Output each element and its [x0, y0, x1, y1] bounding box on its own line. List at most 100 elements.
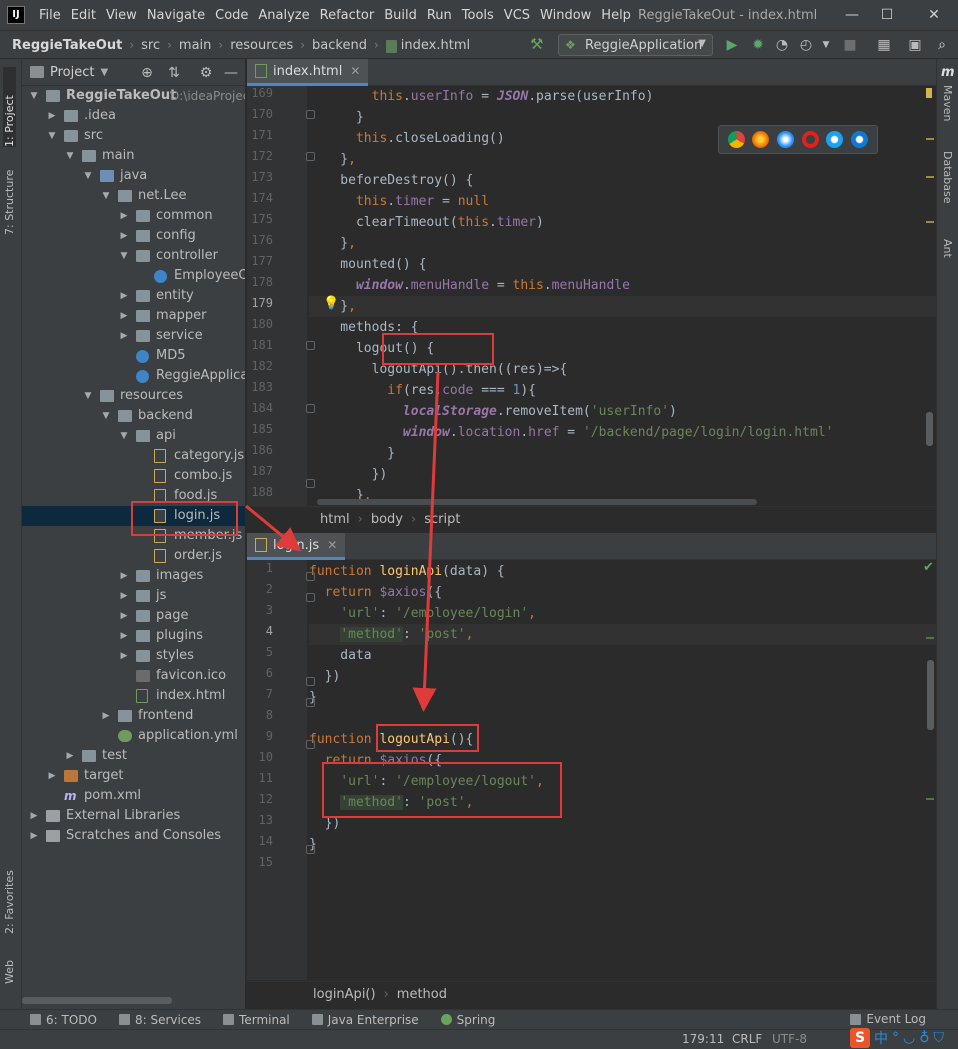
menu-item-file[interactable]: File: [34, 0, 66, 31]
search-icon[interactable]: ⌕: [932, 35, 952, 55]
caret-position[interactable]: 179:11: [682, 1032, 724, 1046]
java-enterprise-tool-button[interactable]: Java Enterprise: [311, 1013, 419, 1027]
fold-marker-icon[interactable]: [306, 341, 315, 350]
ime-tool-icon[interactable]: ⛉: [933, 1030, 944, 1046]
tree-item-combo-js[interactable]: combo.js: [22, 466, 245, 486]
tree-item-entity[interactable]: ▶ entity: [22, 286, 245, 306]
tree-item-backend[interactable]: ▼ backend: [22, 406, 245, 426]
tree-item-plugins[interactable]: ▶ plugins: [22, 626, 245, 646]
chevron-right-icon[interactable]: ▶: [118, 586, 130, 606]
chevron-down-icon[interactable]: ▼: [64, 146, 76, 166]
tree-item-resources[interactable]: ▼ resources: [22, 386, 245, 406]
tree-item-styles[interactable]: ▶ styles: [22, 646, 245, 666]
code-line[interactable]: return $axios({: [309, 750, 442, 771]
fold-marker-icon[interactable]: [306, 572, 315, 581]
menu-item-tools[interactable]: Tools: [457, 0, 499, 31]
fold-marker-icon[interactable]: [306, 677, 315, 686]
chevron-down-icon[interactable]: ▼: [118, 426, 130, 446]
code-line[interactable]: localStorage.removeItem('userInfo'): [309, 401, 677, 422]
editor-breadcrumb-item[interactable]: script: [424, 512, 460, 527]
code-line[interactable]: window.location.href = '/backend/page/lo…: [309, 422, 834, 443]
editor-breadcrumb-item[interactable]: loginApi(): [313, 987, 376, 1002]
gear-icon[interactable]: ⚙: [197, 64, 215, 82]
tree-item--idea[interactable]: ▶ .idea: [22, 106, 245, 126]
tree-item-external-libraries[interactable]: ▶ External Libraries: [22, 806, 245, 826]
fold-marker-icon[interactable]: [306, 845, 315, 854]
chevron-down-icon[interactable]: ▼: [82, 386, 94, 406]
tree-item-target[interactable]: ▶ target: [22, 766, 245, 786]
code-line[interactable]: this.closeLoading(): [309, 128, 505, 149]
code-line[interactable]: 'url': '/employee/login',: [309, 603, 536, 624]
run-icon[interactable]: ▶: [722, 35, 742, 55]
collapse-all-icon[interactable]: ⇅: [165, 64, 183, 82]
tree-item-mapper[interactable]: ▶ mapper: [22, 306, 245, 326]
menu-item-code[interactable]: Code: [210, 0, 253, 31]
tree-item-md5[interactable]: MD5: [22, 346, 245, 366]
tab-database-tool[interactable]: Database: [941, 151, 954, 204]
fold-marker-icon[interactable]: [306, 698, 315, 707]
profile-icon[interactable]: ◴: [796, 35, 816, 55]
code-line[interactable]: return $axios({: [309, 582, 442, 603]
tree-item-java[interactable]: ▼ java: [22, 166, 245, 186]
tree-item-reggietakeout[interactable]: ▼ ReggieTakeOutD:\ideaProjects: [22, 86, 245, 106]
chevron-down-icon[interactable]: ▼: [100, 67, 108, 78]
menu-item-navigate[interactable]: Navigate: [142, 0, 210, 31]
tree-item-category-js[interactable]: category.js: [22, 446, 245, 466]
editor-login-js[interactable]: 1 2 3 4 5 6 7 8 9 10 11 12 13 14 15 function loginApi(…: [247, 560, 936, 980]
tree-item-test[interactable]: ▶ test: [22, 746, 245, 766]
chevron-right-icon[interactable]: ▶: [46, 106, 58, 126]
tree-item-reggieapplication[interactable]: ReggieApplication: [22, 366, 245, 386]
tab-index-html[interactable]: index.html ✕: [247, 59, 369, 86]
terminal-icon[interactable]: ▣: [905, 35, 925, 55]
code-line[interactable]: logout() {: [309, 338, 434, 359]
code-line[interactable]: window.menuHandle = this.menuHandle: [309, 275, 630, 296]
tree-item-images[interactable]: ▶ images: [22, 566, 245, 586]
code-line[interactable]: this.userInfo = JSON.parse(userInfo): [309, 86, 654, 107]
tree-item-common[interactable]: ▶ common: [22, 206, 245, 226]
chevron-down-icon[interactable]: ▼: [82, 166, 94, 186]
code-line[interactable]: beforeDestroy() {: [309, 170, 473, 191]
code-line[interactable]: mounted() {: [309, 254, 426, 275]
editor-breadcrumb-item[interactable]: body: [371, 512, 403, 527]
chevron-right-icon[interactable]: ▶: [118, 326, 130, 346]
menu-item-window[interactable]: Window: [535, 0, 596, 31]
tree-item-login-js[interactable]: login.js: [22, 506, 245, 526]
breadcrumb-item[interactable]: main: [179, 38, 211, 53]
chevron-down-icon[interactable]: ▼: [816, 35, 836, 55]
fold-marker-icon[interactable]: [306, 593, 315, 602]
menu-item-help[interactable]: Help: [596, 0, 636, 31]
code-line[interactable]: },: [309, 149, 356, 170]
ie-browser-icon[interactable]: [826, 131, 844, 148]
safari-browser-icon[interactable]: [777, 131, 795, 148]
tab-project-tool[interactable]: 1: Project: [3, 67, 16, 147]
horizontal-scrollbar[interactable]: [22, 997, 172, 1004]
tree-item-pom-xml[interactable]: m pom.xml: [22, 786, 245, 806]
tree-item-src[interactable]: ▼ src: [22, 126, 245, 146]
file-encoding[interactable]: UTF-8: [772, 1032, 807, 1046]
code-line[interactable]: 'method': 'post',: [309, 624, 936, 645]
code-line[interactable]: this.timer = null: [309, 191, 489, 212]
fold-marker-icon[interactable]: [306, 404, 315, 413]
menu-item-vcs[interactable]: VCS: [499, 0, 535, 31]
vertical-scrollbar[interactable]: [926, 412, 933, 446]
fold-marker-icon[interactable]: [306, 110, 315, 119]
breadcrumb-item[interactable]: resources: [230, 38, 293, 53]
breadcrumb-item[interactable]: ReggieTakeOut: [12, 38, 122, 53]
code-line[interactable]: data: [309, 645, 371, 666]
tree-item-member-js[interactable]: member.js: [22, 526, 245, 546]
event-log-button[interactable]: Event Log: [850, 1012, 926, 1026]
close-tab-icon[interactable]: ✕: [327, 538, 337, 552]
chevron-right-icon[interactable]: ▶: [118, 606, 130, 626]
ime-tool-icon[interactable]: °: [892, 1030, 899, 1046]
chevron-right-icon[interactable]: ▶: [100, 706, 112, 726]
editor-breadcrumb-item[interactable]: method: [397, 987, 447, 1002]
code-line[interactable]: methods: {: [309, 317, 418, 338]
hide-panel-icon[interactable]: —: [222, 64, 240, 82]
breadcrumb-item[interactable]: index.html: [401, 38, 470, 53]
menu-item-build[interactable]: Build: [379, 0, 422, 31]
tree-item-order-js[interactable]: order.js: [22, 546, 245, 566]
chevron-right-icon[interactable]: ▶: [64, 746, 76, 766]
chevron-right-icon[interactable]: ▶: [118, 626, 130, 646]
code-line[interactable]: clearTimeout(this.timer): [309, 212, 544, 233]
horizontal-scrollbar[interactable]: [317, 499, 757, 505]
